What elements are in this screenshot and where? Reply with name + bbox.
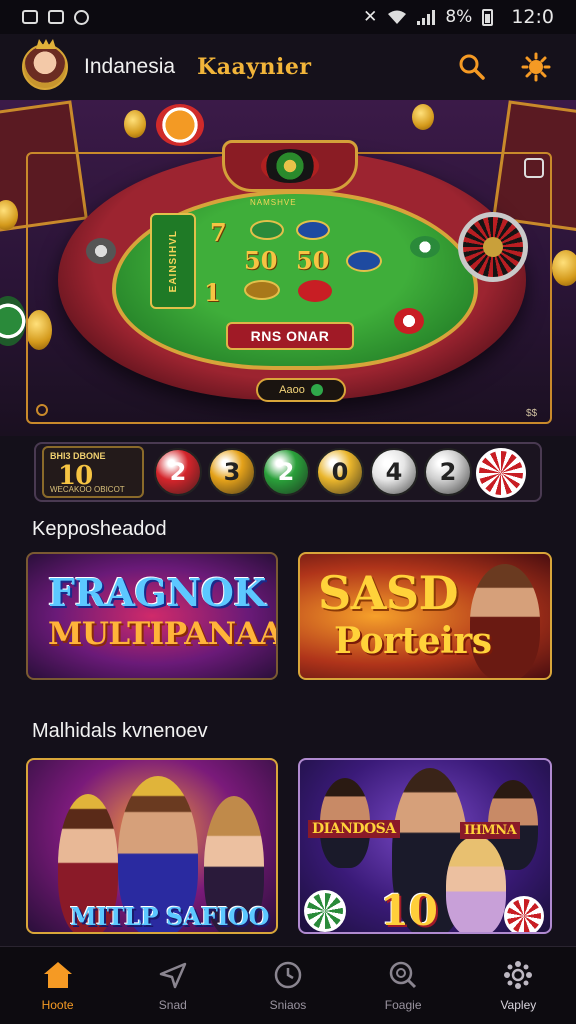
game-card[interactable]: FRAGNOK MULTIPANAAS [26, 552, 278, 680]
roulette-chip-icon [476, 448, 526, 498]
settings-button[interactable] [518, 49, 554, 85]
result-ball: 2 [262, 448, 310, 496]
wifi-icon [388, 10, 407, 24]
sun-gear-icon [521, 52, 551, 82]
roulette-wheel [458, 212, 528, 282]
fullscreen-icon[interactable] [524, 158, 544, 178]
signal-icon [417, 9, 436, 25]
grid-number: 50 [244, 246, 278, 275]
result-ball: 0 [316, 448, 364, 496]
nav-label: Foagie [384, 997, 422, 1012]
table-plaque: Aaoo [256, 378, 346, 402]
search-icon [389, 961, 417, 988]
felt-side-text: EAINSIHVL [167, 229, 179, 293]
chip-decoration [0, 296, 26, 346]
mute-icon: ✕ [363, 7, 378, 27]
game-card-subtitle: MULTIPANAAS [48, 616, 276, 652]
bet-chip [244, 280, 280, 300]
search-icon [459, 54, 485, 80]
battery-percent: 8% [445, 7, 473, 27]
results-label-box: BHI3 DBONE 10 WECAKOO OBICOT [42, 446, 144, 498]
battery-icon [482, 8, 494, 26]
plane-icon [159, 962, 187, 988]
coin-decoration [552, 250, 576, 286]
stacked-chip [410, 236, 440, 258]
stacked-chip [86, 238, 116, 264]
stacked-chip [394, 308, 424, 334]
chip-decoration [304, 890, 346, 932]
search-button[interactable] [454, 49, 490, 85]
clock-time: 12:0 [511, 6, 554, 28]
home-icon [43, 961, 72, 988]
grid-number: 50 [296, 246, 330, 275]
game-card[interactable]: SASD Porteirs [298, 552, 552, 680]
info-icon[interactable] [36, 404, 48, 416]
section-title: Kepposheadod [32, 518, 167, 540]
grid-number: 7 [210, 218, 227, 247]
woman-figure [446, 836, 506, 932]
game-card-badge: IHMNA [460, 822, 521, 839]
bottom-nav: Hoote Snad Sniaos Foagie Vapley [0, 946, 576, 1024]
result-ball: 4 [370, 448, 418, 496]
nav-label: Snad [158, 997, 187, 1012]
table-plaque-text: Aaoo [279, 384, 305, 396]
felt-side-panel: EAINSIHVL [150, 213, 196, 309]
region-label[interactable]: Indanesia [84, 55, 175, 79]
gallery-icon [22, 10, 38, 24]
result-balls: 232042 [154, 448, 472, 496]
coin-decoration [124, 110, 146, 138]
nav-item-sniaos[interactable]: Sniaos [238, 960, 338, 1012]
bet-chip [298, 280, 332, 302]
status-bar: ✕ 8% 12:0 [0, 0, 576, 34]
chip-decoration [156, 104, 204, 146]
game-card-title: 10 [380, 886, 438, 934]
recent-results-strip[interactable]: BHI3 DBONE 10 WECAKOO OBICOT 232042 [34, 442, 542, 502]
settings-icon [504, 960, 533, 989]
sync-icon [74, 9, 89, 25]
nav-label: Hoote [41, 997, 74, 1012]
app-header: Indanesia Kaaynier [0, 34, 576, 100]
nav-label: Vapley [500, 997, 537, 1012]
brand-logo: Kaaynier [197, 54, 312, 80]
camera-icon [48, 10, 64, 24]
hero-corner-text: $$ [526, 408, 538, 419]
result-ball: 2 [154, 448, 202, 496]
nav-label: Sniaos [269, 997, 307, 1012]
nav-item-foagie[interactable]: Foagie [353, 960, 453, 1012]
game-card[interactable]: DIANDOSA IHMNA 10 [298, 758, 552, 934]
nav-item-snad[interactable]: Snad [123, 960, 223, 1012]
roulette-wheel-top [222, 140, 358, 192]
game-card-title: FRAGNOK [48, 570, 266, 615]
table-sign: RNS ONAR [226, 322, 354, 350]
result-ball: 3 [208, 448, 256, 496]
clock-icon [274, 961, 302, 988]
bet-chip [346, 250, 382, 272]
results-label-top: BHI3 DBONE [50, 451, 106, 461]
game-card-title: MITLP SAFIOO [70, 902, 269, 931]
bet-chip [250, 220, 284, 240]
plaque-dot [310, 384, 323, 396]
nav-item-home[interactable]: Hoote [8, 960, 108, 1012]
felt-title: NAMSHVE [250, 198, 297, 207]
nav-item-vapley[interactable]: Vapley [468, 960, 568, 1012]
avatar[interactable] [22, 44, 68, 90]
grid-number: 1 [204, 278, 221, 307]
game-card-badge: DIANDOSA [308, 820, 400, 838]
game-card-subtitle: Porteirs [334, 620, 492, 662]
chip-decoration [504, 896, 544, 932]
game-card[interactable]: MITLP SAFIOO [26, 758, 278, 934]
coin-decoration [412, 104, 434, 130]
bet-chip [296, 220, 330, 240]
results-label-bottom: WECAKOO OBICOT [50, 485, 125, 494]
result-ball: 2 [424, 448, 472, 496]
game-card-title: SASD [318, 566, 459, 620]
section-title: Malhidals kvnenoev [32, 720, 208, 742]
